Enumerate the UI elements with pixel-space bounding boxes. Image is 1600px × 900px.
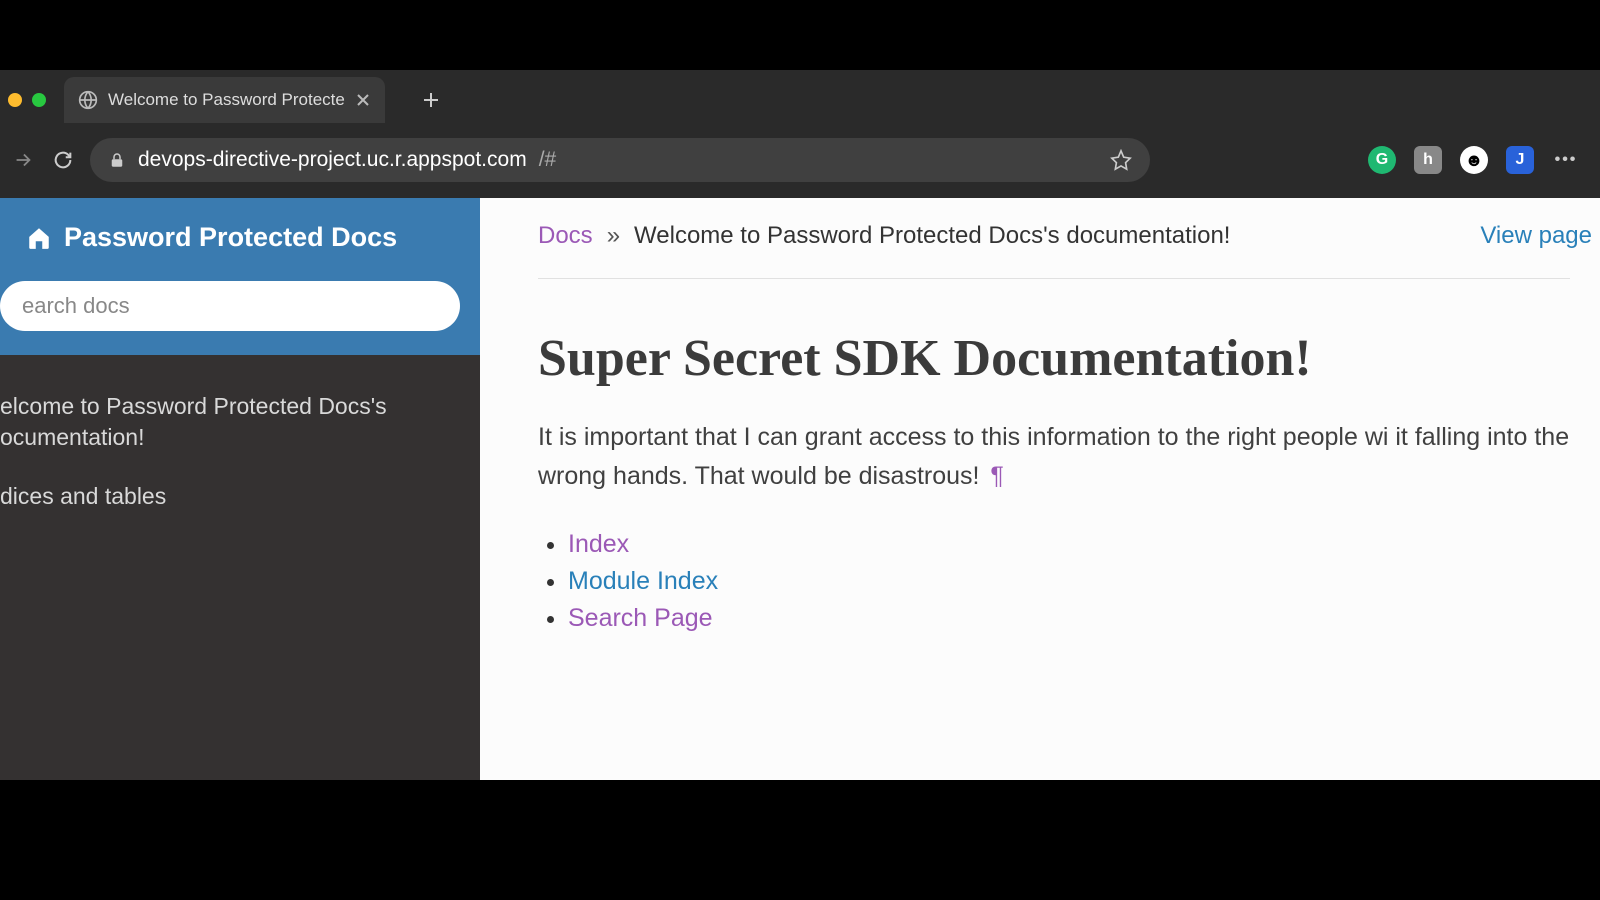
window-controls <box>0 93 64 107</box>
page: Password Protected Docs elcome to Passwo… <box>0 198 1600 780</box>
address-bar[interactable]: devops-directive-project.uc.r.appspot.co… <box>90 138 1150 182</box>
sidebar-title-link[interactable]: Password Protected Docs <box>26 222 454 253</box>
url-host: devops-directive-project.uc.r.appspot.co… <box>138 148 527 172</box>
lock-icon <box>108 151 126 169</box>
extension-face-icon[interactable]: ☻ <box>1460 146 1488 174</box>
search-wrap <box>0 281 480 355</box>
tab-title: Welcome to Password Protecte <box>108 90 345 110</box>
list-item: Search Page <box>568 600 1600 637</box>
sidebar-item-indices[interactable]: dices and tables <box>0 475 468 520</box>
minimize-button[interactable] <box>8 93 22 107</box>
search-page-link[interactable]: Search Page <box>568 604 713 632</box>
globe-icon <box>78 90 98 110</box>
intro-text: It is important that I can grant access … <box>538 423 1569 490</box>
sidebar-header: Password Protected Docs <box>0 198 480 281</box>
breadcrumb-separator: » <box>607 222 620 250</box>
arrow-right-icon <box>12 149 34 171</box>
link-list: Index Module Index Search Page <box>538 526 1600 637</box>
breadcrumb-root[interactable]: Docs <box>538 222 593 250</box>
sidebar-title-text: Password Protected Docs <box>64 222 397 253</box>
browser-tab[interactable]: Welcome to Password Protecte <box>64 77 385 123</box>
breadcrumb: Docs » Welcome to Password Protected Doc… <box>538 222 1600 250</box>
extension-j-icon[interactable]: J <box>1506 146 1534 174</box>
reload-icon <box>52 149 74 171</box>
page-title: Super Secret SDK Documentation! <box>538 329 1600 388</box>
sidebar-item-welcome[interactable]: elcome to Password Protected Docs's ocum… <box>0 385 468 461</box>
home-icon <box>26 225 52 251</box>
list-item: Index <box>568 526 1600 563</box>
sidebar: Password Protected Docs elcome to Passwo… <box>0 198 480 780</box>
list-item: Module Index <box>568 563 1600 600</box>
more-extensions-icon[interactable]: ••• <box>1552 146 1580 174</box>
sidebar-nav: elcome to Password Protected Docs's ocum… <box>0 355 480 520</box>
module-index-link[interactable]: Module Index <box>568 567 718 595</box>
view-page-source-link[interactable]: View page <box>1480 222 1600 250</box>
forward-button[interactable] <box>10 147 36 173</box>
tab-bar: Welcome to Password Protecte <box>0 70 1600 130</box>
new-tab-button[interactable] <box>415 84 447 116</box>
index-link[interactable]: Index <box>568 530 629 558</box>
url-path: /# <box>539 148 557 172</box>
browser-chrome: Welcome to Password Protecte devops-dire… <box>0 70 1600 210</box>
intro-paragraph: It is important that I can grant access … <box>538 418 1600 496</box>
extension-h-icon[interactable]: h <box>1414 146 1442 174</box>
content: Docs » Welcome to Password Protected Doc… <box>480 198 1600 780</box>
star-icon[interactable] <box>1110 149 1132 171</box>
pilcrow-icon[interactable]: ¶ <box>990 462 1003 490</box>
toolbar: devops-directive-project.uc.r.appspot.co… <box>0 130 1600 190</box>
breadcrumb-current: Welcome to Password Protected Docs's doc… <box>634 222 1230 250</box>
reload-button[interactable] <box>50 147 76 173</box>
extension-icons: G h ☻ J ••• <box>1368 146 1590 174</box>
search-input[interactable] <box>0 281 460 331</box>
divider <box>538 278 1570 279</box>
close-icon[interactable] <box>355 92 371 108</box>
maximize-button[interactable] <box>32 93 46 107</box>
extension-grammarly-icon[interactable]: G <box>1368 146 1396 174</box>
plus-icon <box>421 90 441 110</box>
